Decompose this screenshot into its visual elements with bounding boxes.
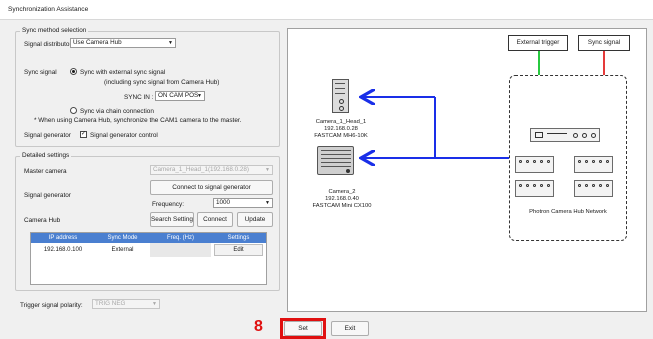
table-row[interactable]: 192.168.0.100 External Edit (31, 243, 266, 257)
radio-sync-external[interactable] (70, 68, 77, 75)
column-header: IP address (48, 235, 78, 241)
connect-hub-button[interactable]: Connect (197, 212, 233, 227)
signal-distributor-label: Signal distributor (24, 41, 72, 48)
chain-note: * When using Camera Hub, synchronize the… (34, 117, 242, 124)
external-trigger-box: External trigger (508, 35, 568, 51)
camera-hub-label: Camera Hub (24, 217, 61, 224)
radio-sync-chain-label: Sync via chain connection (80, 108, 154, 115)
cell-settings: Edit (211, 243, 266, 257)
chevron-down-icon: ▼ (265, 167, 270, 173)
title-bar: Synchronization Assistance (0, 0, 653, 20)
signal-generator-detail-label: Signal generator (24, 192, 71, 199)
detailed-settings-group-title: Detailed settings (20, 152, 72, 159)
connect-signal-generator-button[interactable]: Connect to signal generator (150, 180, 273, 195)
search-setting-button[interactable]: Search Setting (150, 212, 194, 227)
camera1-name: Camera_1_Head_1 (315, 119, 367, 125)
edit-button[interactable]: Edit (214, 244, 263, 256)
connection-diagram: External trigger Sync signal Camera_1_He… (287, 28, 647, 312)
window-title: Synchronization Assistance (8, 6, 89, 13)
camera-hub-device (574, 180, 613, 197)
set-button[interactable]: Set (284, 321, 322, 336)
sync-in-label: SYNC IN : (124, 94, 154, 101)
camera-hub-device (515, 156, 554, 173)
master-camera-label: Master camera (24, 168, 67, 175)
frequency-dropdown[interactable]: 1000 ▼ (213, 198, 273, 208)
sync-signal-label: Sync signal (24, 69, 57, 76)
camera-hub-table: IP address Sync Mode Freq. (Hz) Settings… (30, 232, 267, 285)
update-button[interactable]: Update (237, 212, 273, 227)
hub-network-label: Photron Camera Hub Network (529, 209, 607, 215)
chevron-down-icon: ▼ (265, 200, 270, 206)
camera-hub-device (574, 156, 613, 173)
camera-hub-network: Photron Camera Hub Network (509, 75, 627, 241)
radio-sync-external-label: Sync with external sync signal (80, 69, 166, 76)
camera2-image (317, 146, 354, 175)
sync-method-group-title: Sync method selection (20, 27, 89, 34)
sync-in-dropdown[interactable]: ON CAM POS ▼ (155, 91, 205, 101)
column-header: Settings (227, 235, 250, 241)
cell-frequency (150, 243, 211, 257)
signal-generator-device (530, 128, 600, 142)
camera2-ip: 192.168.0.40 (325, 196, 359, 202)
camera1-ip: 192.168.0.28 (324, 126, 358, 132)
radio-sync-chain[interactable] (70, 107, 77, 114)
signal-generator-control-label: Signal generator control (90, 132, 158, 139)
trigger-polarity-dropdown[interactable]: TRIG NEG ▼ (92, 299, 160, 309)
sync-signal-box: Sync signal (578, 35, 630, 51)
master-camera-dropdown[interactable]: Camera_1_Head_1(192.168.0.28) ▼ (150, 165, 273, 175)
radio-sync-external-sub: (including sync signal from Camera Hub) (104, 79, 220, 86)
signal-generator-label: Signal generator (24, 132, 71, 139)
column-header: Freq. (Hz) (167, 235, 194, 241)
sync-method-group: Sync method selection (15, 27, 280, 147)
master-camera-value: Camera_1_Head_1(192.168.0.28) (153, 166, 249, 173)
chevron-down-icon: ▼ (197, 93, 202, 99)
camera2-model: FASTCAM Mini CX100 (312, 203, 372, 209)
signal-distributor-dropdown[interactable]: Use Camera Hub ▼ (70, 38, 176, 48)
chevron-down-icon: ▼ (168, 40, 173, 46)
chevron-down-icon: ▼ (152, 301, 157, 307)
camera1-caption: Camera_1_Head_1 192.168.0.28 FASTCAM MH6… (306, 119, 376, 140)
exit-button[interactable]: Exit (331, 321, 369, 336)
column-header: Sync Mode (107, 235, 138, 241)
signal-distributor-value: Use Camera Hub (73, 39, 122, 46)
camera1-model: FASTCAM MH6-10K (314, 133, 368, 139)
camera2-name: Camera_2 (328, 189, 356, 195)
cell-ip-address: 192.168.0.100 (43, 247, 83, 253)
camera-hub-device (515, 180, 554, 197)
sync-in-value: ON CAM POS (158, 92, 199, 99)
step-number-label: 8 (254, 318, 263, 335)
table-header: IP address Sync Mode Freq. (Hz) Settings (31, 233, 266, 243)
trigger-polarity-label: Trigger signal polarity: (20, 302, 83, 309)
trigger-polarity-value: TRIG NEG (95, 300, 126, 307)
frequency-label: Frequency: (152, 201, 184, 208)
cell-sync-mode: External (111, 247, 134, 253)
signal-generator-checkbox[interactable]: ✓ (80, 131, 87, 138)
frequency-value: 1000 (216, 199, 231, 206)
camera1-image (332, 79, 349, 113)
camera2-caption: Camera_2 192.168.0.40 FASTCAM Mini CX100 (302, 189, 382, 210)
